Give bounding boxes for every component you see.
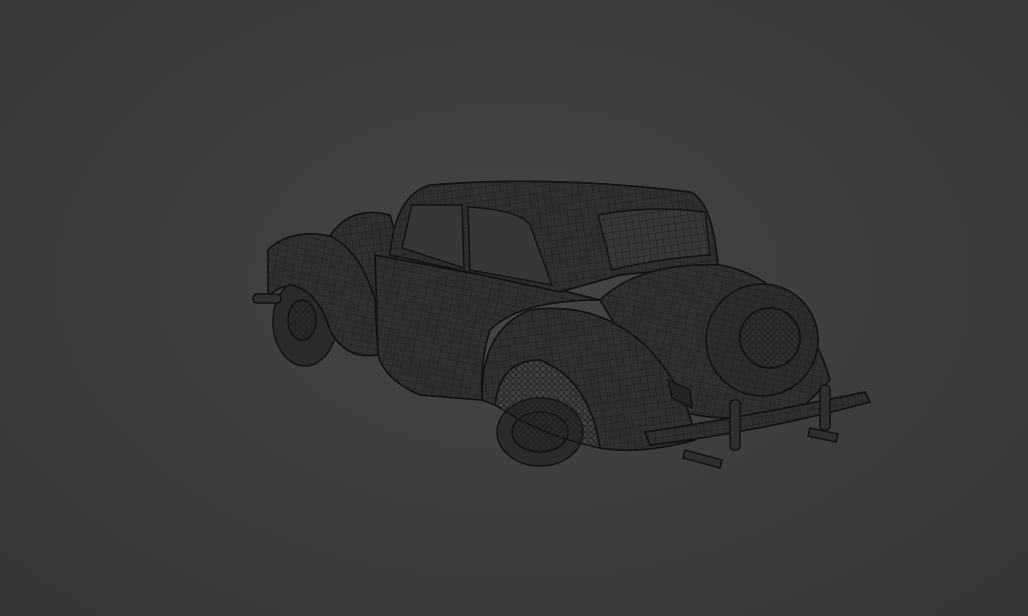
car-wireframe-icon <box>252 180 872 469</box>
front-bumper <box>252 293 282 304</box>
3d-viewport[interactable] <box>0 0 1028 616</box>
exhaust-pipe <box>682 449 723 469</box>
